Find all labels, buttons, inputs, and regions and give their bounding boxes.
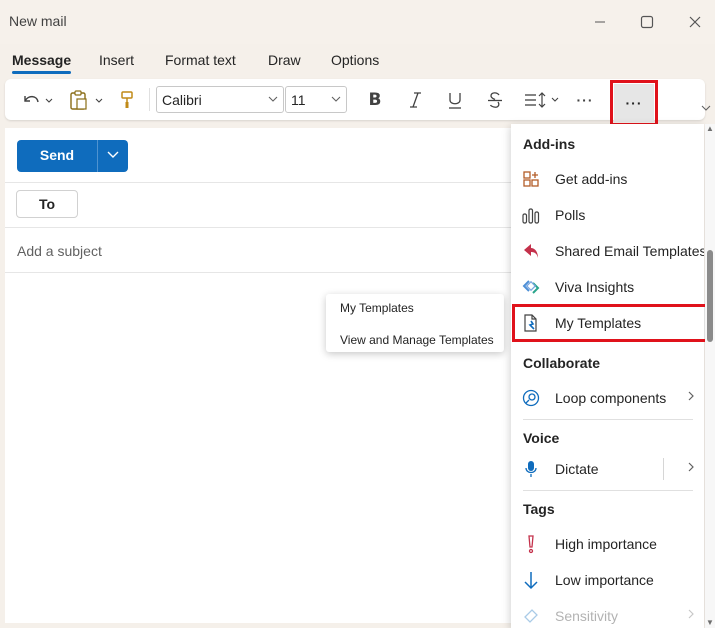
chevron-right-icon bbox=[688, 391, 694, 401]
section-collaborate: Collaborate bbox=[523, 355, 601, 371]
menu-item-shared-email-templates[interactable]: Shared Email Templates bbox=[511, 234, 704, 268]
ribbon-toolbar: Calibri 11 B ··· bbox=[5, 79, 705, 120]
send-label: Send bbox=[39, 147, 75, 163]
menu-item-label: Low importance bbox=[555, 572, 654, 588]
chevron-down-icon[interactable] bbox=[700, 102, 712, 114]
polls-icon bbox=[521, 205, 541, 225]
window-title: New mail bbox=[9, 13, 67, 29]
strikethrough-icon bbox=[488, 91, 502, 108]
menu-item-loop-components[interactable]: Loop components bbox=[511, 381, 704, 415]
chevron-down-icon bbox=[107, 151, 118, 158]
chevron-right-icon[interactable] bbox=[686, 460, 696, 474]
font-size-value: 11 bbox=[291, 92, 306, 108]
menu-divider bbox=[523, 490, 693, 491]
underline-button[interactable] bbox=[441, 85, 469, 114]
tab-draw[interactable]: Draw bbox=[268, 52, 301, 68]
menu-item-sensitivity[interactable]: Sensitivity bbox=[511, 599, 704, 628]
tab-insert[interactable]: Insert bbox=[99, 52, 134, 68]
chevron-right-icon bbox=[688, 609, 694, 619]
arrow-down-icon bbox=[521, 570, 541, 590]
scroll-up-icon[interactable]: ▲ bbox=[706, 124, 714, 133]
menu-divider bbox=[523, 419, 693, 420]
minimize-icon bbox=[595, 21, 605, 23]
divider bbox=[5, 182, 525, 183]
more-options-inline-button[interactable]: ··· bbox=[571, 85, 599, 114]
toolbar-divider bbox=[149, 88, 150, 111]
undo-button[interactable] bbox=[17, 85, 57, 114]
menu-item-label: Get add-ins bbox=[555, 171, 628, 187]
paste-button[interactable] bbox=[65, 85, 107, 114]
chevron-down-icon bbox=[331, 96, 341, 102]
reply-arrow-icon bbox=[521, 241, 541, 261]
section-tags: Tags bbox=[523, 501, 555, 517]
menu-item-label: Dictate bbox=[555, 461, 599, 477]
line-spacing-icon bbox=[525, 91, 559, 108]
subject-input[interactable]: Add a subject bbox=[17, 243, 102, 259]
menu-item-label: Loop components bbox=[555, 390, 667, 406]
viva-insights-icon bbox=[521, 277, 541, 297]
section-voice: Voice bbox=[523, 430, 560, 446]
clipboard-icon bbox=[70, 89, 103, 110]
tab-message[interactable]: Message bbox=[12, 52, 72, 74]
font-family-value: Calibri bbox=[162, 92, 202, 108]
highlight-box bbox=[512, 304, 710, 342]
to-button[interactable]: To bbox=[16, 190, 78, 218]
highlight-box bbox=[610, 80, 658, 126]
line-spacing-button[interactable] bbox=[521, 85, 563, 114]
format-painter-icon bbox=[121, 90, 133, 108]
ellipsis-icon: ··· bbox=[576, 91, 594, 108]
menu-item-label: High importance bbox=[555, 536, 657, 552]
close-icon bbox=[689, 16, 701, 28]
menu-item-dictate[interactable]: Dictate bbox=[511, 452, 704, 486]
popup-item-view-manage-templates[interactable]: View and Manage Templates bbox=[340, 333, 494, 347]
menu-item-polls[interactable]: Polls bbox=[511, 198, 704, 232]
overflow-menu: Add-ins Get add-ins Polls Shared Email T… bbox=[511, 124, 704, 628]
menu-scrollbar[interactable] bbox=[705, 124, 715, 628]
bold-icon: B bbox=[368, 89, 382, 110]
menu-item-label: Shared Email Templates bbox=[555, 243, 704, 259]
compose-pane: Send To Add a subject bbox=[5, 128, 525, 623]
strikethrough-button[interactable] bbox=[481, 85, 509, 114]
maximize-icon bbox=[640, 15, 654, 29]
menu-item-get-add-ins[interactable]: Get add-ins bbox=[511, 162, 704, 196]
format-painter-button[interactable] bbox=[115, 85, 139, 114]
close-button[interactable] bbox=[680, 8, 710, 36]
menu-item-high-importance[interactable]: High importance bbox=[511, 527, 704, 561]
font-family-select[interactable]: Calibri bbox=[156, 86, 284, 113]
sensitivity-icon bbox=[521, 606, 541, 626]
menu-item-label: Polls bbox=[555, 207, 586, 223]
maximize-button[interactable] bbox=[632, 8, 662, 36]
split-divider bbox=[663, 458, 664, 480]
underline-icon bbox=[449, 92, 461, 109]
divider bbox=[5, 227, 525, 228]
italic-button[interactable] bbox=[401, 85, 429, 114]
section-add-ins: Add-ins bbox=[523, 136, 576, 152]
tab-format-text[interactable]: Format text bbox=[165, 52, 236, 68]
exclamation-icon bbox=[521, 534, 541, 554]
menu-item-viva-insights[interactable]: Viva Insights bbox=[511, 270, 704, 304]
tab-options[interactable]: Options bbox=[331, 52, 379, 68]
menu-item-low-importance[interactable]: Low importance bbox=[511, 563, 704, 597]
font-size-select[interactable]: 11 bbox=[285, 86, 347, 113]
bold-button[interactable]: B bbox=[361, 85, 389, 114]
loop-icon bbox=[521, 388, 541, 408]
minimize-button[interactable] bbox=[585, 8, 615, 36]
scroll-down-icon[interactable]: ▼ bbox=[706, 618, 714, 627]
italic-icon bbox=[410, 91, 421, 108]
chevron-down-icon bbox=[268, 96, 278, 102]
add-ins-icon bbox=[521, 169, 541, 189]
menu-item-label: Viva Insights bbox=[555, 279, 635, 295]
popup-item-my-templates[interactable]: My Templates bbox=[340, 301, 414, 315]
ribbon-tabs: Message Insert Format text Draw Options bbox=[0, 44, 715, 76]
send-options-button[interactable] bbox=[97, 147, 128, 163]
templates-popup: My Templates View and Manage Templates bbox=[326, 294, 504, 352]
title-bar: New mail bbox=[0, 0, 715, 44]
menu-item-label: Sensitivity bbox=[555, 608, 619, 624]
scrollbar-thumb[interactable] bbox=[707, 250, 713, 342]
undo-icon bbox=[24, 95, 53, 103]
microphone-icon bbox=[521, 459, 541, 479]
send-button[interactable]: Send bbox=[17, 140, 128, 172]
